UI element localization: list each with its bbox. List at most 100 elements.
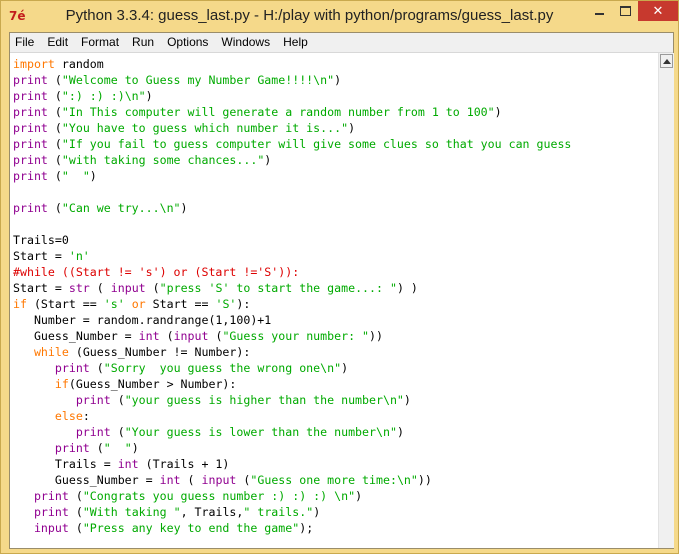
code-line[interactable]: print (" ")	[13, 440, 657, 456]
code-token: print	[75, 393, 111, 407]
minimize-icon	[594, 13, 604, 15]
maximize-button[interactable]	[612, 1, 638, 21]
code-token: "press 'S' to start the game...: "	[159, 281, 397, 295]
code-line[interactable]: print ("In This computer will generate a…	[13, 104, 657, 120]
code-token: import	[13, 57, 55, 71]
code-token: print	[13, 137, 48, 151]
code-token: " "	[103, 441, 132, 455]
code-token: :	[82, 409, 90, 423]
code-token: print	[13, 169, 48, 183]
code-token: "Welcome to Guess my Number Game!!!!\n"	[61, 73, 335, 87]
vertical-scrollbar[interactable]	[658, 53, 674, 548]
code-line[interactable]: print ("Congrats you guess number :) :) …	[13, 488, 657, 504]
code-line[interactable]: Start = 'n'	[13, 248, 657, 264]
title-bar[interactable]: 7é Python 3.3.4: guess_last.py - H:/play…	[1, 1, 678, 32]
code-editor[interactable]: import random print ("Welcome to Guess my…	[10, 53, 657, 548]
code-token: (	[47, 121, 62, 135]
code-token: "your guess is higher than the number\n"	[124, 393, 404, 407]
menu-options[interactable]: Options	[162, 33, 213, 52]
code-token: input	[201, 473, 237, 487]
code-token: while	[33, 345, 69, 359]
code-line[interactable]: Start = str ( input ("press 'S' to start…	[13, 280, 657, 296]
code-line[interactable]: print ("You have to guess which number i…	[13, 120, 657, 136]
code-token: (	[110, 393, 125, 407]
code-token: 'S'	[215, 297, 237, 311]
code-line[interactable]: #while ((Start != 's') or (Start !='S'))…	[13, 264, 657, 280]
code-line[interactable]: print ("with taking some chances...")	[13, 152, 657, 168]
code-line[interactable]: print ("With taking ", Trails," trails."…	[13, 504, 657, 520]
code-line[interactable]: else:	[13, 408, 657, 424]
scroll-up-button[interactable]	[660, 54, 673, 68]
menu-run[interactable]: Run	[127, 33, 159, 52]
code-line[interactable]: print (" ")	[13, 168, 657, 184]
code-token: (	[68, 505, 83, 519]
code-token: (	[47, 201, 62, 215]
code-token: (Guess_Number > Number):	[68, 377, 237, 391]
code-token: "With taking "	[82, 505, 181, 519]
code-token: print	[33, 489, 69, 503]
close-button[interactable]: ✕	[638, 1, 678, 21]
code-line[interactable]: Guess_Number = int (input ("Guess your n…	[13, 328, 657, 344]
code-token: Start ==	[145, 297, 216, 311]
code-token: "If you fail to guess computer will give…	[61, 137, 572, 151]
code-token: "Can we try...\n"	[61, 201, 181, 215]
code-token: Trails=0	[13, 233, 69, 247]
code-line[interactable]: Trails=0	[13, 232, 657, 248]
code-token: (	[89, 441, 104, 455]
code-line[interactable]: input ("Press any key to end the game");	[13, 520, 657, 536]
code-line[interactable]: print ("Welcome to Guess my Number Game!…	[13, 72, 657, 88]
code-token: (	[145, 281, 160, 295]
code-line[interactable]: print ("Your guess is lower than the num…	[13, 424, 657, 440]
code-token: or	[131, 297, 146, 311]
menu-help[interactable]: Help	[278, 33, 313, 52]
code-token: , Trails,	[180, 505, 244, 519]
code-token: Number = random.randrange(1,100)+1	[13, 313, 272, 327]
code-line[interactable]: if (Start == 's' or Start == 'S'):	[13, 296, 657, 312]
maximize-icon	[619, 6, 631, 16]
arrow-up-icon	[662, 58, 671, 64]
code-line[interactable]: print ("If you fail to guess computer wi…	[13, 136, 657, 152]
code-line[interactable]: Guess_Number = int ( input ("Guess one m…	[13, 472, 657, 488]
code-token: input	[173, 329, 209, 343]
code-token: (	[68, 489, 83, 503]
code-line[interactable]	[13, 184, 657, 200]
code-text[interactable]: import random print ("Welcome to Guess my…	[10, 53, 657, 536]
code-token: print	[54, 441, 90, 455]
code-line[interactable]: Trails = int (Trails + 1)	[13, 456, 657, 472]
code-token: ):	[236, 297, 251, 311]
menu-edit[interactable]: Edit	[42, 33, 73, 52]
code-line[interactable]: print ("Can we try...\n")	[13, 200, 657, 216]
code-token: (	[47, 169, 62, 183]
code-line[interactable]: import random	[13, 56, 657, 72]
code-line[interactable]: while (Guess_Number != Number):	[13, 344, 657, 360]
menu-windows[interactable]: Windows	[216, 33, 275, 52]
code-token: "Your guess is lower than the number\n"	[124, 425, 397, 439]
window-title: Python 3.3.4: guess_last.py - H:/play wi…	[65, 7, 554, 24]
code-token: 'n'	[68, 249, 90, 263]
code-token: (	[47, 137, 62, 151]
code-line[interactable]: print ("your guess is higher than the nu…	[13, 392, 657, 408]
code-line[interactable]: if(Guess_Number > Number):	[13, 376, 657, 392]
code-token: )	[89, 169, 97, 183]
minimize-button[interactable]	[586, 1, 612, 21]
code-token: print	[13, 153, 48, 167]
code-token: );	[299, 521, 314, 535]
code-token: )	[334, 73, 342, 87]
code-line[interactable]: print (":) :) :)\n")	[13, 88, 657, 104]
code-line[interactable]: Number = random.randrange(1,100)+1	[13, 312, 657, 328]
menu-format[interactable]: Format	[76, 33, 124, 52]
code-token: (	[68, 521, 83, 535]
code-token: "Press any key to end the game"	[82, 521, 300, 535]
code-line[interactable]	[13, 216, 657, 232]
code-token: )	[180, 201, 188, 215]
code-token: print	[33, 505, 69, 519]
menu-file[interactable]: File	[10, 33, 39, 52]
code-token: (	[47, 89, 62, 103]
code-line[interactable]: print ("Sorry you guess the wrong one\n"…	[13, 360, 657, 376]
